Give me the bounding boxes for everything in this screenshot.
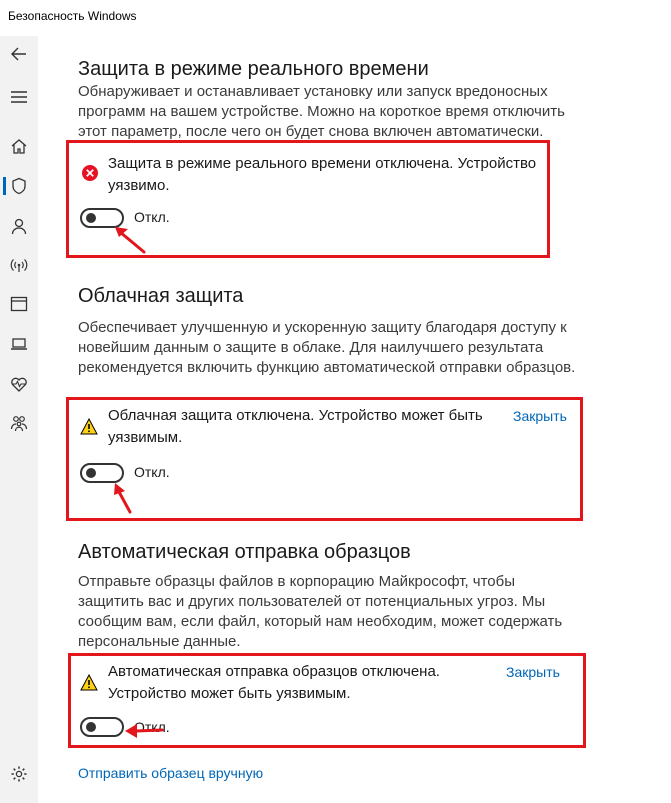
- realtime-description: Обнаруживает и останавливает установку и…: [78, 83, 565, 140]
- samples-description: Отправьте образцы файлов в корпорацию Ма…: [78, 573, 563, 650]
- family-icon[interactable]: [0, 409, 38, 437]
- back-icon[interactable]: [0, 40, 38, 68]
- sidebar: [0, 36, 38, 803]
- home-icon[interactable]: [0, 132, 38, 160]
- device-health-icon[interactable]: [0, 370, 38, 398]
- menu-icon[interactable]: [0, 83, 38, 111]
- annotation-arrow-icon: [114, 483, 132, 514]
- network-icon[interactable]: [0, 251, 38, 279]
- main-content: Защита в режиме реального времени Обнару…: [38, 36, 671, 803]
- shield-icon[interactable]: [0, 172, 38, 200]
- annotation-arrow-icon: [125, 724, 164, 738]
- cloud-title: Облачная защита: [78, 285, 244, 307]
- samples-title: Автоматическая отправка образцов: [78, 541, 411, 563]
- device-security-icon[interactable]: [0, 330, 38, 358]
- highlight-box-cloud: [66, 397, 583, 521]
- settings-icon[interactable]: [0, 760, 38, 788]
- window-title: Безопасность Windows: [8, 9, 137, 23]
- app-browser-icon[interactable]: [0, 290, 38, 318]
- annotation-arrow-icon: [115, 227, 146, 254]
- title-bar: Безопасность Windows: [0, 0, 671, 36]
- manual-submit-link[interactable]: Отправить образец вручную: [78, 765, 263, 781]
- account-icon[interactable]: [0, 212, 38, 240]
- cloud-description: Обеспечивает улучшенную и ускоренную защ…: [78, 319, 576, 376]
- realtime-title: Защита в режиме реального времени: [78, 58, 429, 80]
